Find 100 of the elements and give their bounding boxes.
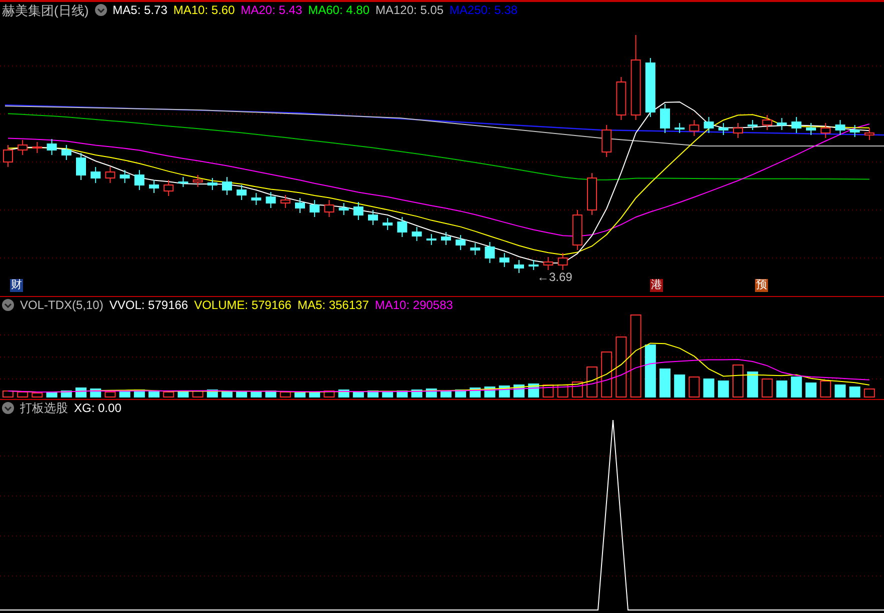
volume-bar [616,336,627,398]
candlestick [616,76,626,120]
candlestick [748,120,758,130]
volume-bar [309,392,320,398]
candlestick [324,200,334,218]
candlestick [164,180,174,196]
volume-bar [236,392,248,398]
candlestick [338,202,349,216]
panel-title: 打板选股 [20,402,68,414]
volume-bar [660,368,670,398]
candlestick [528,260,539,270]
legend-value: MA10: 290583 [374,299,453,311]
candlestick [412,226,422,242]
candlestick [776,118,787,130]
candlestick [46,138,57,156]
candlestick [441,232,451,246]
candlestick [310,200,320,218]
legend-value: VOLUME: 579166 [194,299,292,311]
panel-title: VOL-TDX(5,10) [20,299,104,311]
volume-bar [834,384,846,398]
candlestick [572,210,582,250]
candlestick [222,176,232,196]
dropdown-icon[interactable] [2,299,14,311]
volume-bar [688,376,700,398]
candlestick [674,122,685,134]
legend-value: MA5: 5.73 [112,4,168,16]
candlestick [236,184,247,200]
candlestick [602,124,612,158]
candlestick [3,144,13,168]
volume-bar [352,392,364,398]
volume-bar [806,382,816,398]
candlestick [353,202,364,220]
low-price-label: ←3.69 [537,271,572,283]
volume-bar [674,374,686,398]
volume-bar [382,392,394,398]
volume-bar [820,380,832,398]
candlestick [762,114,772,130]
volume-bar [76,388,86,398]
candlestick [397,216,408,238]
event-marker[interactable]: 预 [755,279,768,292]
legend-value: MA120: 5.05 [376,4,444,16]
candlestick [280,194,290,208]
candlestick [835,120,846,136]
candlestick [382,218,393,230]
candlestick [105,166,116,184]
candlestick [543,256,554,270]
candlestick [587,172,597,216]
candlestick [134,170,144,190]
volume-bar [178,392,189,398]
event-marker[interactable]: 港 [650,279,663,292]
dropdown-icon[interactable] [94,4,107,16]
legend-value: MA5: 356137 [297,299,369,311]
candlestick [733,122,743,138]
volume-bar [294,392,306,398]
volume-bar [2,390,14,398]
candlestick [456,234,466,250]
candlestick [704,116,714,134]
legend-value: MA250: 5.38 [450,4,518,16]
candlestick [18,140,28,156]
candlestick [558,252,568,270]
candlestick [864,128,874,140]
candlestick [368,210,378,226]
event-marker[interactable]: 财 [10,279,23,292]
candlestick [820,122,831,138]
candlestick [251,192,262,206]
candlestick [499,252,510,268]
volume-bar [703,378,714,398]
volume-bar [104,392,116,398]
volume-bar [790,376,802,398]
candlestick [514,260,524,274]
legend-value: MA60: 4.80 [308,4,370,16]
candlestick [178,176,188,188]
candlestick [660,104,670,134]
candlestick [61,144,72,160]
candlestick [689,120,700,136]
volume-bar [776,380,788,398]
volume-bar [32,392,43,398]
candlestick [470,242,480,256]
candlestick [149,180,159,194]
volume-bar [644,344,656,398]
legend-value: XG: 0.00 [74,402,122,414]
volume-bar [280,392,291,398]
candlestick [266,192,276,208]
candlestick [120,170,130,184]
volume-bar [747,372,758,398]
panel-title: 赫美集团(日线) [2,4,89,16]
volume-bar [46,392,58,398]
candlestick [192,174,203,188]
volume-bar [864,388,875,398]
volume-bar [601,352,612,398]
candlestick [207,178,218,190]
candlestick [295,198,305,214]
candlestick [718,122,728,136]
volume-bar [732,364,744,398]
dropdown-icon[interactable] [2,402,14,414]
volume-bar [586,366,598,398]
candlestick [791,116,802,134]
legend-value: MA10: 5.60 [173,4,235,16]
legend-value: VVOL: 579166 [109,299,188,311]
candlestick [426,234,436,246]
